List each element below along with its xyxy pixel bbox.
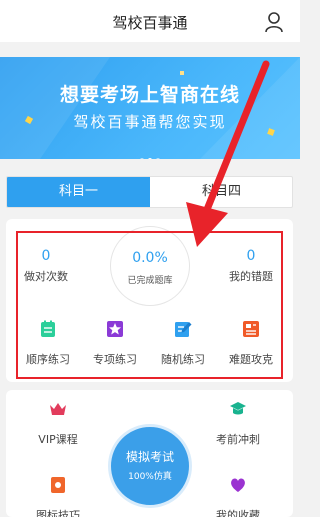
- final-sprint-button[interactable]: 考前冲刺: [198, 400, 278, 447]
- my-favorites-label: 我的收藏: [216, 509, 260, 517]
- mock-exam-button[interactable]: 模拟考试 100%仿真: [108, 424, 192, 508]
- final-sprint-label: 考前冲刺: [216, 433, 260, 446]
- banner-headline: 想要考场上智商在线: [59, 84, 240, 106]
- banner-decoration: [0, 57, 300, 159]
- icon-tips-button[interactable]: 图标技巧: [18, 476, 98, 517]
- carousel-dot[interactable]: [140, 158, 144, 159]
- tab-subject-four[interactable]: 科目四: [150, 177, 292, 207]
- icon-tips-label: 图标技巧: [36, 509, 80, 517]
- graduation-cap-icon: [230, 402, 246, 415]
- mock-exam-subtitle: 100%仿真: [128, 472, 172, 482]
- header-bar: 驾校百事通: [0, 0, 300, 42]
- subject-tabs: 科目一 科目四: [6, 176, 293, 208]
- crown-icon: [50, 403, 66, 415]
- mock-exam-title: 模拟考试: [125, 450, 174, 464]
- carousel-indicator: [0, 147, 300, 159]
- carousel-dot-active[interactable]: [148, 158, 152, 159]
- tab-subject-one[interactable]: 科目一: [7, 177, 150, 207]
- highlight-box: [16, 231, 283, 379]
- app-title: 驾校百事通: [112, 14, 188, 32]
- heart-icon: [231, 478, 245, 492]
- promo-banner[interactable]: 想要考场上智商在线 驾校百事通帮您实现: [0, 57, 300, 159]
- banner-subline: 驾校百事通帮您实现: [73, 113, 227, 131]
- vip-course-label: VIP课程: [38, 433, 78, 446]
- vip-course-button[interactable]: VIP课程: [18, 400, 98, 447]
- book-icon: [51, 477, 65, 493]
- my-favorites-button[interactable]: 我的收藏: [198, 476, 278, 517]
- user-icon[interactable]: [264, 11, 284, 33]
- carousel-dot[interactable]: [156, 158, 160, 159]
